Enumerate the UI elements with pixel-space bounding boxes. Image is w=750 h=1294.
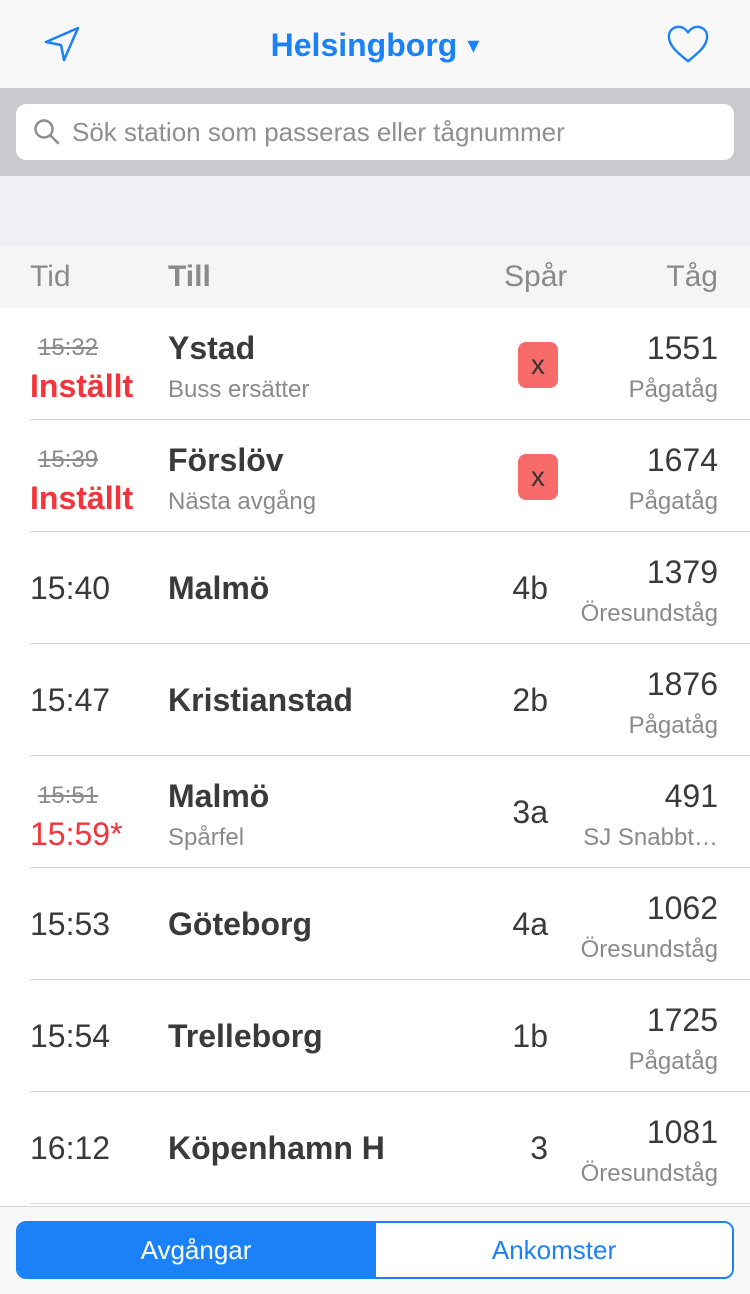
destination: Malmö — [168, 570, 270, 606]
train-operator: Öresundståg — [580, 600, 718, 627]
train-operator: Pågatåg — [628, 488, 718, 515]
departure-note: Spårfel — [168, 824, 245, 851]
train-number: 1725 — [646, 1002, 718, 1038]
track-number: 4b — [512, 570, 548, 606]
column-train-label: Tåg — [666, 260, 718, 293]
destination: Göteborg — [168, 906, 312, 942]
departure-note: Nästa avgång — [168, 488, 317, 515]
original-time: 15:39 — [38, 446, 99, 473]
train-number: 1081 — [646, 1114, 718, 1150]
departure-row[interactable]: 16:12 Köpenhamn H 3 1081 Öresundståg — [30, 1092, 750, 1204]
departure-list: 15:32 Inställt Ystad Buss ersätter x 155… — [0, 308, 750, 1204]
station-title: Helsingborg — [270, 26, 458, 63]
station-selector[interactable]: Helsingborg ▾ — [0, 22, 750, 68]
destination: Trelleborg — [168, 1018, 323, 1054]
departure-time: 15:53 — [30, 906, 111, 942]
search-input[interactable] — [72, 116, 712, 148]
track-number: 4a — [512, 906, 548, 942]
departure-time: 15:40 — [30, 570, 111, 606]
section-spacer — [0, 176, 750, 246]
track-number: 1b — [512, 1018, 548, 1054]
chevron-down-icon: ▾ — [467, 31, 480, 59]
destination: Malmö — [168, 778, 270, 814]
search-field[interactable] — [16, 104, 734, 160]
navigation-bar: Helsingborg ▾ — [0, 0, 750, 88]
train-operator: Öresundståg — [580, 936, 718, 963]
destination: Kristianstad — [168, 682, 353, 718]
train-number: 1551 — [646, 330, 718, 366]
train-number: 1674 — [646, 442, 718, 478]
train-number: 491 — [664, 778, 718, 814]
departure-row[interactable]: 15:51 15:59* Malmö Spårfel 3a 491 SJ Sna… — [30, 756, 750, 868]
column-to-label: Till — [168, 260, 211, 293]
departure-row[interactable]: 15:54 Trelleborg 1b 1725 Pågatåg — [30, 980, 750, 1092]
departure-row[interactable]: 15:39 Inställt Förslöv Nästa avgång x 16… — [30, 420, 750, 532]
search-bar — [0, 88, 750, 176]
destination: Ystad — [168, 330, 256, 366]
tab-departures[interactable]: Avgångar — [18, 1223, 374, 1277]
train-operator: Pågatåg — [628, 712, 718, 739]
track-number: 3 — [530, 1130, 548, 1166]
column-header: Tid Till Spår Tåg — [0, 246, 750, 308]
cancelled-status: Inställt — [30, 368, 134, 404]
original-time: 15:32 — [38, 334, 99, 361]
heart-icon[interactable] — [666, 22, 710, 66]
train-number: 1379 — [646, 554, 718, 590]
train-number: 1062 — [646, 890, 718, 926]
original-time: 15:51 — [38, 782, 99, 809]
destination: Köpenhamn H — [168, 1130, 385, 1166]
departure-time: 16:12 — [30, 1130, 111, 1166]
train-operator: Öresundståg — [580, 1160, 718, 1187]
departure-row[interactable]: 15:32 Inställt Ystad Buss ersätter x 155… — [30, 308, 750, 420]
column-track-label: Spår — [504, 260, 568, 293]
segmented-control: Avgångar Ankomster — [16, 1221, 734, 1279]
departure-row[interactable]: 15:47 Kristianstad 2b 1876 Pågatåg — [30, 644, 750, 756]
departure-time: 15:54 — [30, 1018, 111, 1054]
track-number: 3a — [512, 794, 548, 830]
column-time-label: Tid — [30, 260, 71, 293]
train-operator: Pågatåg — [628, 376, 718, 403]
departure-row[interactable]: 15:40 Malmö 4b 1379 Öresundståg — [30, 532, 750, 644]
cancelled-track-badge: x — [518, 342, 558, 388]
cancelled-track-badge: x — [518, 454, 558, 500]
train-operator: SJ Snabbt… — [583, 824, 718, 851]
tab-bar: Avgångar Ankomster — [0, 1206, 750, 1294]
cancelled-status: Inställt — [30, 480, 134, 516]
departure-row[interactable]: 15:53 Göteborg 4a 1062 Öresundståg — [30, 868, 750, 980]
tab-arrivals[interactable]: Ankomster — [374, 1223, 732, 1277]
search-icon — [30, 115, 64, 149]
train-operator: Pågatåg — [628, 1048, 718, 1075]
departure-note: Buss ersätter — [168, 376, 310, 403]
track-number: 2b — [512, 682, 548, 718]
new-time: 15:59* — [30, 816, 123, 852]
destination: Förslöv — [168, 442, 284, 478]
train-number: 1876 — [646, 666, 718, 702]
departure-time: 15:47 — [30, 682, 111, 718]
